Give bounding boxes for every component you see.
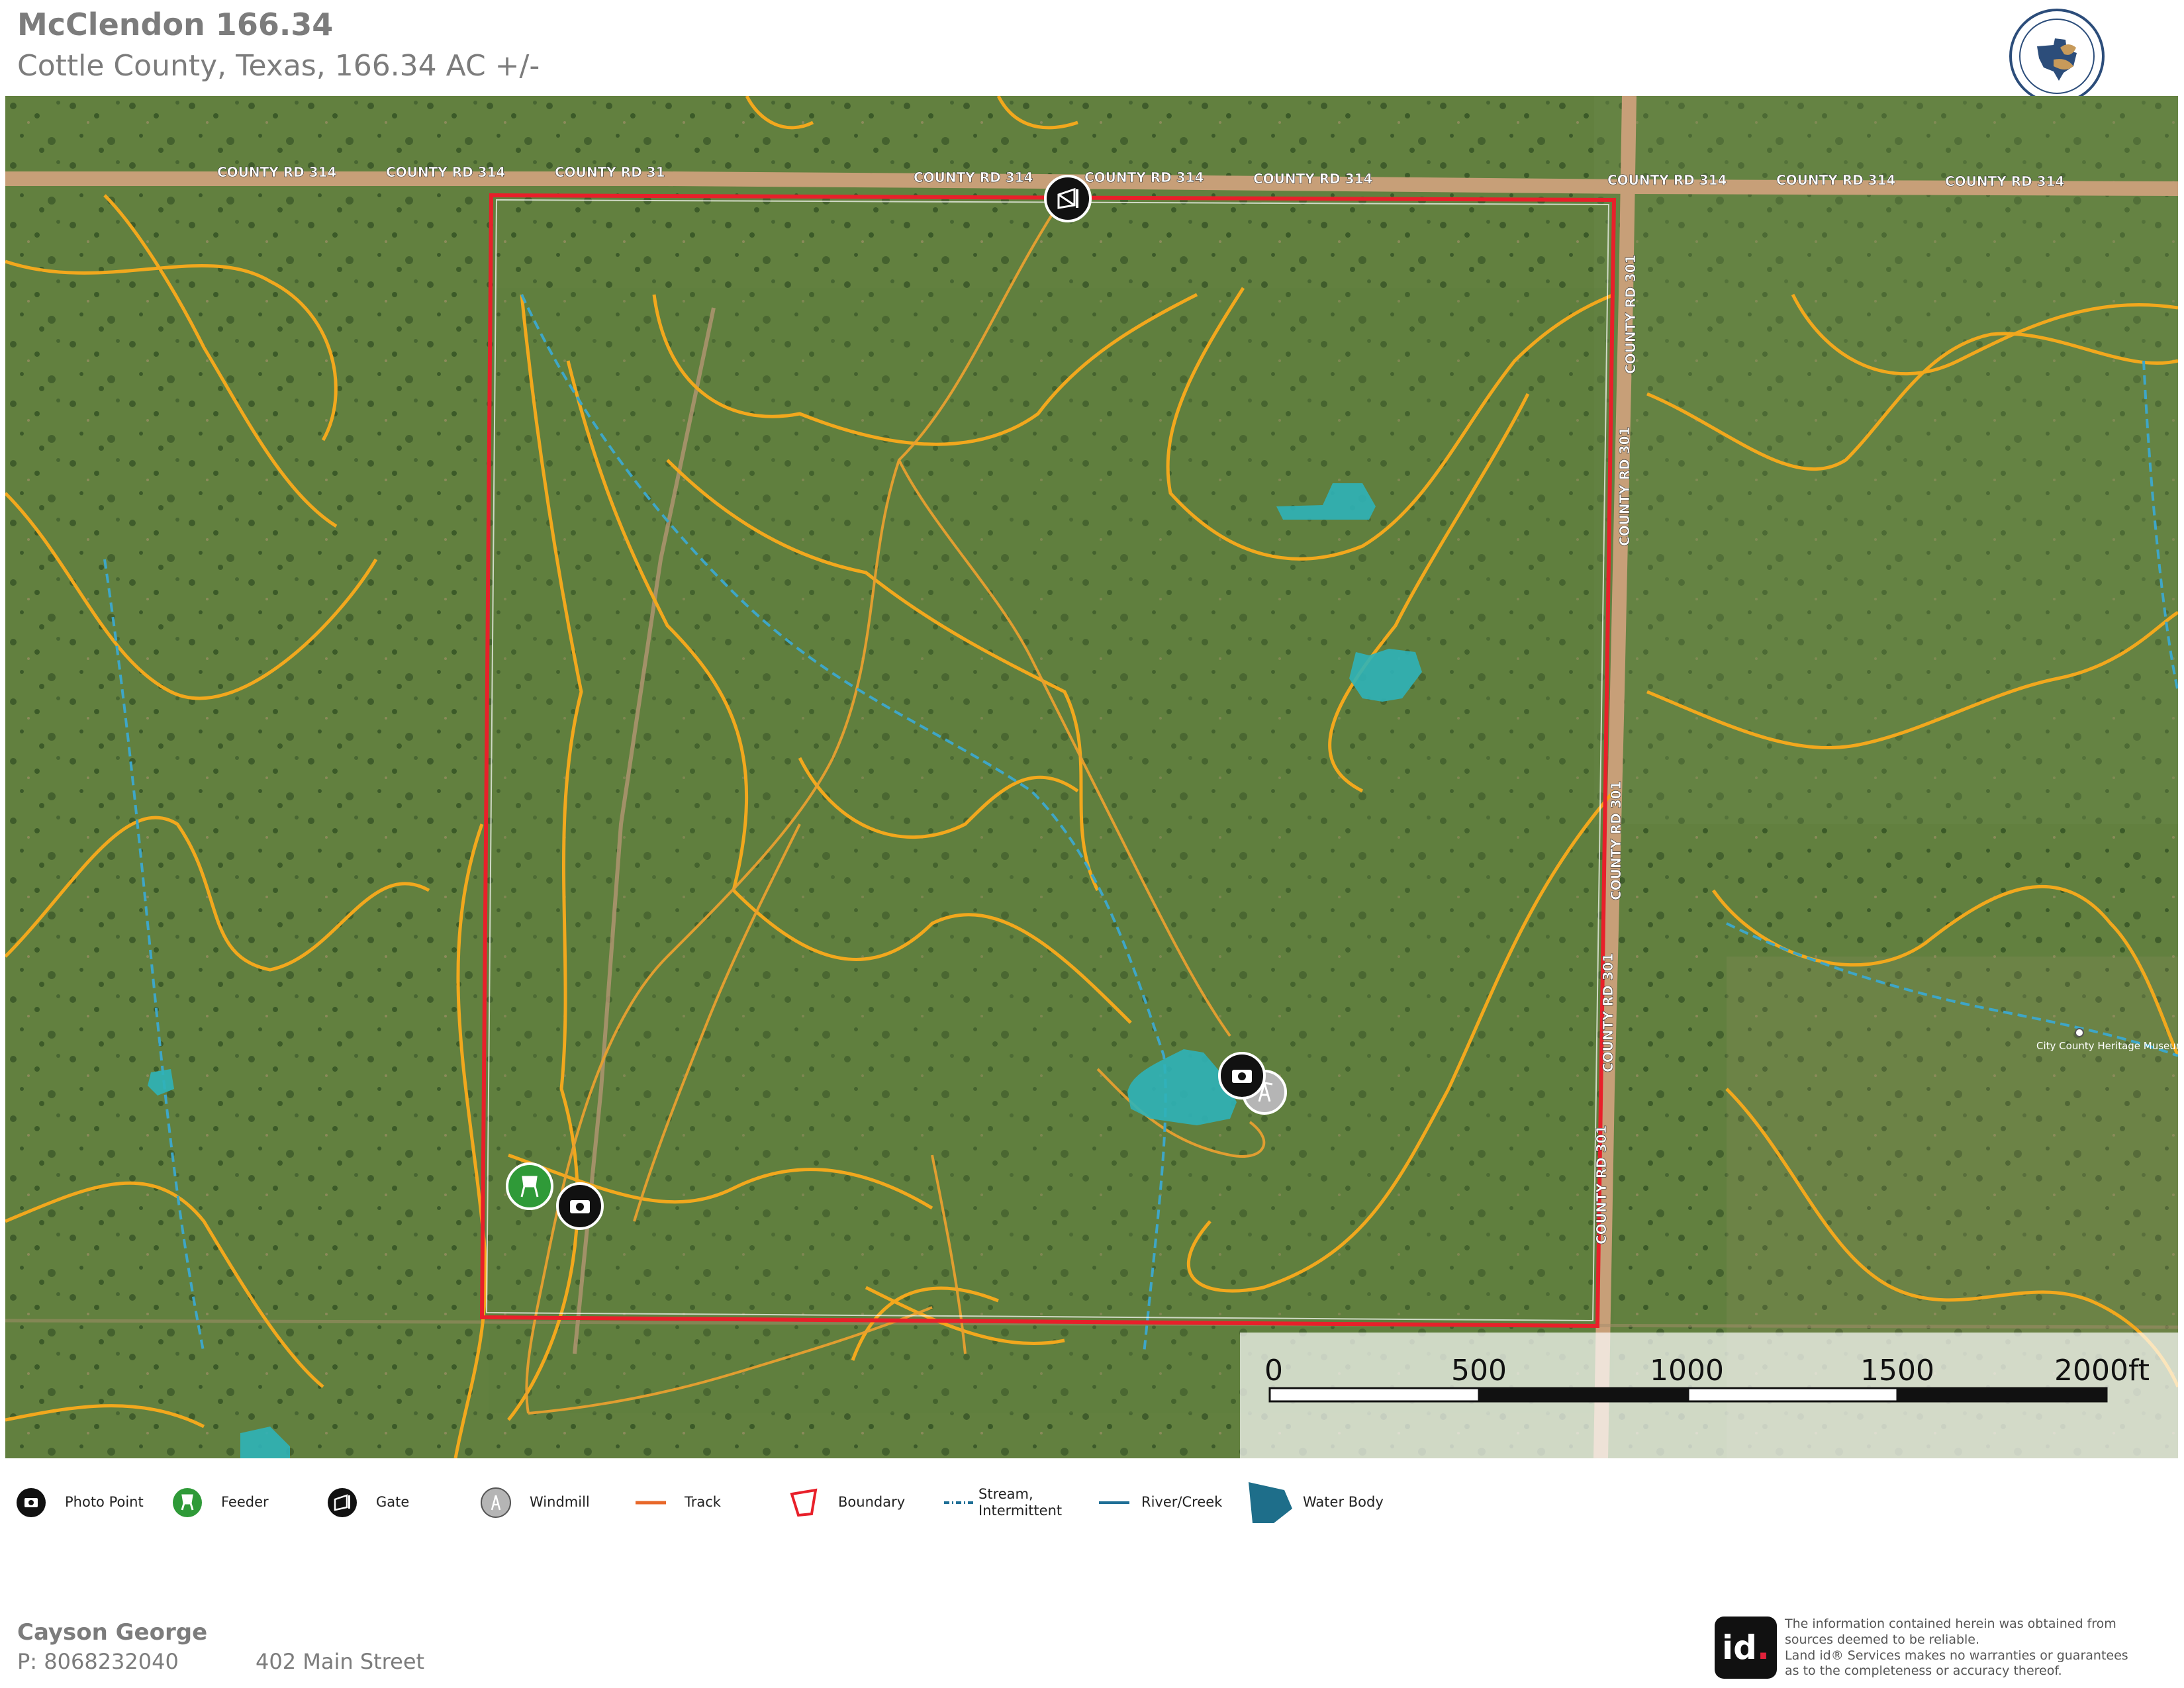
legend-label: Gate <box>376 1494 410 1511</box>
legend-label: Windmill <box>530 1494 590 1511</box>
western-heritage-logo <box>2009 9 2105 104</box>
scale-tick-label: 0 <box>1264 1354 1283 1387</box>
disclaimer-line: sources deemed to be reliable. <box>1785 1632 1980 1647</box>
place-label: City County Heritage Museum <box>2036 1040 2178 1052</box>
map-subtitle: Cottle County, Texas, 166.34 AC +/- <box>17 49 540 83</box>
legend-label: River/Creek <box>1141 1494 1223 1511</box>
legend-label: Water Body <box>1303 1494 1384 1511</box>
disclaimer-text: The information contained herein was obt… <box>1785 1617 2175 1679</box>
road-label-314: COUNTY RD 31 <box>555 164 665 180</box>
road-label-314: COUNTY RD 314 <box>1776 172 1895 188</box>
legend-label: Stream, Intermittent <box>978 1485 1063 1519</box>
map-canvas: COUNTY RD 314 COUNTY RD 314 COUNTY RD 31… <box>5 96 2178 1458</box>
scale-tick-label: 1000 <box>1650 1354 1724 1387</box>
feeder-icon <box>173 1488 202 1517</box>
scale-tick-label: 2000ft <box>2054 1354 2150 1387</box>
legend-windmill: Windmill <box>479 1486 590 1519</box>
scale-tick-label: 500 <box>1451 1354 1507 1387</box>
legend-water-body: Water Body <box>1245 1482 1384 1523</box>
scale-seg-2 <box>1478 1387 1689 1403</box>
agent-name: Cayson George <box>17 1619 208 1646</box>
road-label-301: COUNTY RD 301 <box>1617 427 1633 546</box>
legend-label: Photo Point <box>65 1494 144 1511</box>
road-label-314: COUNTY RD 314 <box>914 169 1033 185</box>
road-label-314: COUNTY RD 314 <box>1945 173 2064 189</box>
land-id-logo: id. <box>1715 1617 1777 1679</box>
legend-stream: Stream, Intermittent <box>943 1486 1078 1519</box>
disclaimer-line: as to the completeness or accuracy there… <box>1785 1664 2062 1679</box>
road-label-301: COUNTY RD 301 <box>1608 781 1624 900</box>
legend-label: Feeder <box>221 1494 269 1511</box>
disclaimer-line: The information contained herein was obt… <box>1785 1617 2116 1631</box>
legend-river-creek: River/Creek <box>1098 1486 1222 1519</box>
water-body-icon <box>1249 1482 1292 1523</box>
photo-point-marker[interactable] <box>1218 1052 1266 1100</box>
road-label-314: COUNTY RD 314 <box>1253 171 1372 187</box>
photo-point-marker[interactable] <box>556 1182 604 1230</box>
scale-tick-label: 1500 <box>1860 1354 1934 1387</box>
camera-icon <box>17 1488 46 1517</box>
track-line-icon <box>636 1501 666 1505</box>
feeder-marker[interactable] <box>506 1162 553 1210</box>
imagery-tone-tract <box>489 288 1614 1413</box>
road-label-314: COUNTY RD 314 <box>1084 169 1204 185</box>
road-label-301: COUNTY RD 301 <box>1593 1125 1609 1244</box>
scale-bar: 0 500 1000 1500 2000ft <box>1240 1333 2178 1458</box>
legend-track: Track <box>634 1486 721 1519</box>
agent-address: 402 Main Street <box>256 1649 425 1674</box>
road-label-301: COUNTY RD 301 <box>1623 255 1638 374</box>
legend-label: Boundary <box>838 1494 906 1511</box>
windmill-icon <box>481 1487 511 1518</box>
scale-seg-1 <box>1268 1387 1480 1403</box>
legend-feeder: Feeder <box>171 1486 269 1519</box>
map-title: McClendon 166.34 <box>17 7 334 42</box>
road-label-314: COUNTY RD 314 <box>217 164 336 180</box>
gate-marker[interactable] <box>1044 175 1092 222</box>
scale-seg-4 <box>1896 1387 2108 1403</box>
river-line-icon <box>1099 1501 1129 1504</box>
legend-boundary: Boundary <box>788 1486 905 1519</box>
boundary-icon <box>790 1488 818 1517</box>
satellite-map[interactable]: COUNTY RD 314 COUNTY RD 314 COUNTY RD 31… <box>5 96 2178 1458</box>
disclaimer-line: Land id® Services makes no warranties or… <box>1785 1648 2128 1663</box>
legend-gate: Gate <box>326 1486 409 1519</box>
road-label-314: COUNTY RD 314 <box>1607 172 1727 188</box>
legend-label: Track <box>685 1494 721 1511</box>
agent-phone: P: 8068232040 <box>17 1649 179 1674</box>
road-label-301: COUNTY RD 301 <box>1600 953 1616 1072</box>
road-label-314: COUNTY RD 314 <box>386 164 505 180</box>
scale-seg-3 <box>1687 1387 1899 1403</box>
map-legend: Photo Point Feeder Gate Windmill Track B… <box>0 1466 2184 1539</box>
legend-photo-point: Photo Point <box>15 1486 144 1519</box>
gate-icon <box>328 1488 357 1517</box>
imagery-tone-ne <box>1594 96 2178 824</box>
stream-line-icon <box>944 1501 974 1504</box>
